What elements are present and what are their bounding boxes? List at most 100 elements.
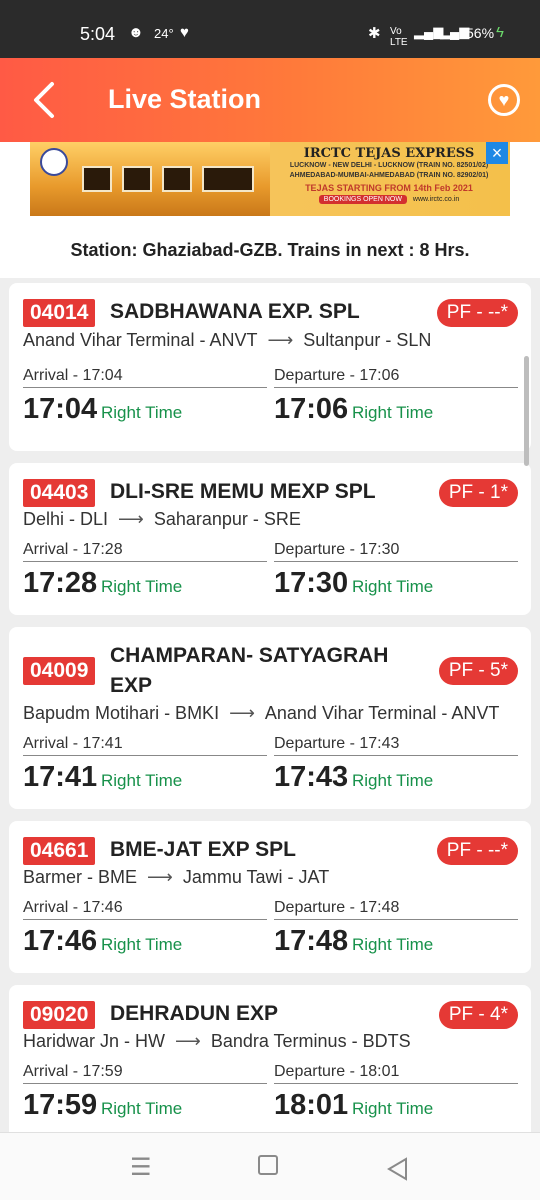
- ad-line2: AHMEDABAD-MUMBAI-AHMEDABAD (TRAIN NO. 82…: [289, 172, 489, 179]
- train-name: BME-JAT EXP SPL: [110, 838, 296, 861]
- train-card[interactable]: 04403 DLI-SRE MEMU MEXP SPL PF - 1* Delh…: [9, 463, 531, 615]
- ad-footer: BOOKINGS OPEN NOW www.irctc.co.in: [274, 195, 504, 204]
- train-window: [162, 166, 192, 192]
- train-image: [30, 142, 270, 216]
- train-window: [82, 166, 112, 192]
- platform-badge: PF - --*: [436, 299, 518, 327]
- signal-icon: ▂▄▆: [414, 24, 444, 39]
- ad-line3: TEJAS STARTING FROM 14th Feb 2021: [305, 183, 473, 193]
- departure-time: 18:01: [274, 1089, 349, 1121]
- train-card[interactable]: 04009 CHAMPARAN- SATYAGRAH EXP PF - 5* B…: [9, 627, 531, 809]
- departure-time: 17:30: [274, 567, 349, 599]
- route-to: Saharanpur - SRE: [153, 509, 301, 529]
- platform-badge: PF - 1*: [438, 479, 518, 507]
- platform-badge: PF - --*: [436, 837, 518, 865]
- departure-status: Right Time: [352, 1099, 434, 1118]
- arrival-status: Right Time: [101, 771, 183, 790]
- volte-icon: Vo LTE: [390, 26, 408, 48]
- ad-book-button[interactable]: BOOKINGS OPEN NOW: [318, 195, 407, 204]
- ad-line1: LUCKNOW - NEW DELHI - LUCKNOW (TRAIN NO.…: [289, 162, 489, 169]
- app-bar: Live Station ♥: [0, 58, 540, 142]
- irctc-logo: [40, 148, 68, 176]
- status-bar: 5:04 ☻ 24° ♥ ✱ Vo LTE ▂▄▆ ▂▄▆ 56% ϟ: [0, 0, 540, 58]
- system-nav-bar: ☰: [0, 1132, 540, 1200]
- arrival-label: Arrival - 17:46: [23, 899, 267, 920]
- route-from: Anand Vihar Terminal - ANVT: [23, 330, 258, 350]
- route-to: Anand Vihar Terminal - ANVT: [264, 703, 500, 723]
- weather-temp: 24°: [154, 26, 174, 41]
- departure-status: Right Time: [352, 771, 434, 790]
- train-number: 04661: [23, 837, 96, 865]
- arrival-status: Right Time: [101, 935, 183, 954]
- train-card[interactable]: 04014 SADBHAWANA EXP. SPL PF - --* Anand…: [9, 283, 531, 451]
- train-name: DEHRADUN EXP: [110, 1002, 279, 1025]
- face-icon: ☻: [128, 24, 144, 41]
- route-to: Jammu Tawi - JAT: [182, 867, 330, 887]
- ad-url: www.irctc.co.in: [412, 196, 460, 203]
- arrival-time: 17:28: [23, 567, 98, 599]
- home-square-icon[interactable]: [258, 1155, 278, 1175]
- ad-headline: IRCTC TEJAS EXPRESS: [303, 146, 475, 161]
- arrival-label: Arrival - 17:59: [23, 1063, 267, 1084]
- train-route: Anand Vihar Terminal - ANVT ⟶ Sultanpur - …: [23, 330, 431, 351]
- ad-banner[interactable]: IRCTC TEJAS EXPRESS LUCKNOW - NEW DELHI …: [30, 142, 510, 216]
- platform-badge: PF - 5*: [438, 657, 518, 685]
- close-icon[interactable]: ×: [486, 142, 508, 164]
- departure-time: 17:48: [274, 925, 349, 957]
- chevron-left-icon[interactable]: [28, 80, 62, 120]
- status-time: 5:04: [80, 24, 116, 44]
- departure-label: Departure - 17:30: [274, 541, 518, 562]
- train-route: Barmer - BME ⟶ Jammu Tawi - JAT: [23, 867, 329, 888]
- train-window: [202, 166, 254, 192]
- scrollbar[interactable]: [524, 356, 529, 466]
- arrival-label: Arrival - 17:28: [23, 541, 267, 562]
- heart-icon: ♥: [180, 24, 189, 41]
- arrival-time: 17:04: [23, 393, 98, 425]
- departure-time: 17:43: [274, 761, 349, 793]
- train-number: 04403: [23, 479, 96, 507]
- route-from: Haridwar Jn - HW: [23, 1031, 166, 1051]
- train-number: 04014: [23, 299, 96, 327]
- departure-label: Departure - 17:43: [274, 735, 518, 756]
- arrival-status: Right Time: [101, 1099, 183, 1118]
- train-name: SADBHAWANA EXP. SPL: [110, 300, 360, 323]
- ad-text: IRCTC TEJAS EXPRESS LUCKNOW - NEW DELHI …: [274, 146, 504, 204]
- departure-time: 17:06: [274, 393, 349, 425]
- signal-icon: ▂▄▆: [440, 24, 470, 39]
- arrival-status: Right Time: [101, 403, 183, 422]
- arrow-right-icon: ⟶: [229, 703, 255, 723]
- station-info: Station: Ghaziabad-GZB. Trains in next :…: [70, 240, 470, 260]
- train-route: Delhi - DLI ⟶ Saharanpur - SRE: [23, 509, 301, 530]
- train-list[interactable]: 04014 SADBHAWANA EXP. SPL PF - --* Anand…: [0, 278, 540, 1132]
- route-to: Bandra Terminus - BDTS: [210, 1031, 411, 1051]
- train-card[interactable]: 04661 BME-JAT EXP SPL PF - --* Barmer - …: [9, 821, 531, 973]
- arrival-time: 17:59: [23, 1089, 98, 1121]
- train-name: CHAMPARAN- SATYAGRAH EXP: [110, 644, 389, 697]
- train-card[interactable]: 09020 DEHRADUN EXP PF - 4* Haridwar Jn -…: [9, 985, 531, 1132]
- battery-charging-icon: ϟ: [496, 24, 504, 41]
- departure-status: Right Time: [352, 577, 434, 596]
- departure-label: Departure - 17:06: [274, 367, 518, 388]
- back-triangle-icon[interactable]: [386, 1157, 408, 1181]
- arrival-label: Arrival - 17:41: [23, 735, 267, 756]
- arrival-time: 17:46: [23, 925, 98, 957]
- bluetooth-icon: ✱: [368, 25, 381, 42]
- departure-label: Departure - 18:01: [274, 1063, 518, 1084]
- platform-badge: PF - 4*: [438, 1001, 518, 1029]
- page-title: Live Station: [108, 84, 262, 114]
- arrow-right-icon: ⟶: [175, 1031, 201, 1051]
- heart-icon[interactable]: ♥: [488, 84, 520, 116]
- train-name: DLI-SRE MEMU MEXP SPL: [110, 480, 376, 503]
- train-window: [122, 166, 152, 192]
- arrival-status: Right Time: [101, 577, 183, 596]
- arrival-label: Arrival - 17:04: [23, 367, 267, 388]
- train-route: Haridwar Jn - HW ⟶ Bandra Terminus - BDTS: [23, 1031, 411, 1052]
- battery-level: 56%: [466, 25, 495, 41]
- arrow-right-icon: ⟶: [118, 509, 144, 529]
- arrow-right-icon: ⟶: [147, 867, 173, 887]
- route-from: Barmer - BME: [23, 867, 138, 887]
- arrow-right-icon: ⟶: [267, 330, 294, 350]
- menu-icon[interactable]: ☰: [130, 1153, 152, 1182]
- route-from: Bapudm Motihari - BMKI: [23, 703, 220, 723]
- train-number: 09020: [23, 1001, 96, 1029]
